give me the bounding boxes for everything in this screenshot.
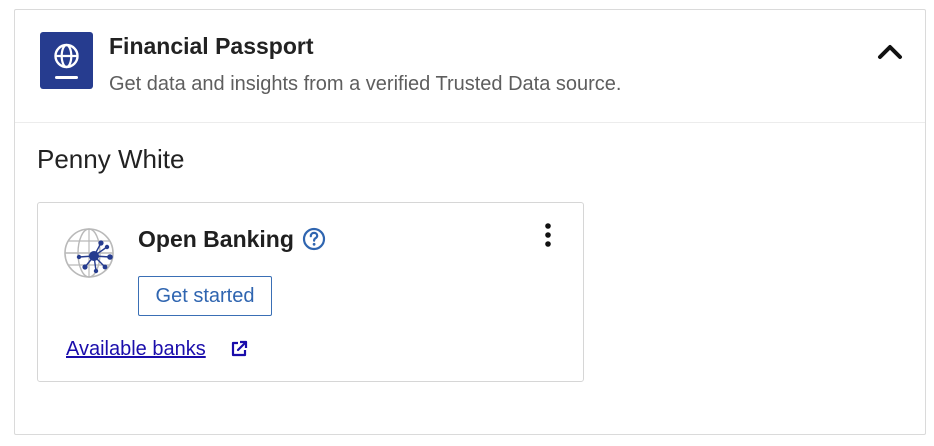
chevron-up-icon[interactable] bbox=[877, 42, 903, 60]
panel-header[interactable]: Financial Passport Get data and insights… bbox=[15, 10, 925, 123]
external-link-icon[interactable] bbox=[229, 339, 249, 359]
panel-title: Financial Passport bbox=[109, 33, 314, 59]
open-banking-globe-icon bbox=[63, 227, 115, 279]
financial-passport-panel: Financial Passport Get data and insights… bbox=[14, 9, 926, 435]
question-circle-icon[interactable] bbox=[302, 227, 326, 251]
panel-subtitle: Get data and insights from a verified Tr… bbox=[109, 73, 622, 95]
kebab-menu-icon[interactable] bbox=[542, 222, 554, 248]
passport-globe-icon bbox=[40, 32, 93, 89]
person-name: Penny White bbox=[37, 144, 185, 174]
get-started-button[interactable]: Get started bbox=[138, 276, 272, 316]
open-banking-card: Open Banking Get started Available banks bbox=[37, 202, 584, 382]
available-banks-link[interactable]: Available banks bbox=[66, 338, 206, 361]
card-title: Open Banking bbox=[138, 226, 294, 252]
